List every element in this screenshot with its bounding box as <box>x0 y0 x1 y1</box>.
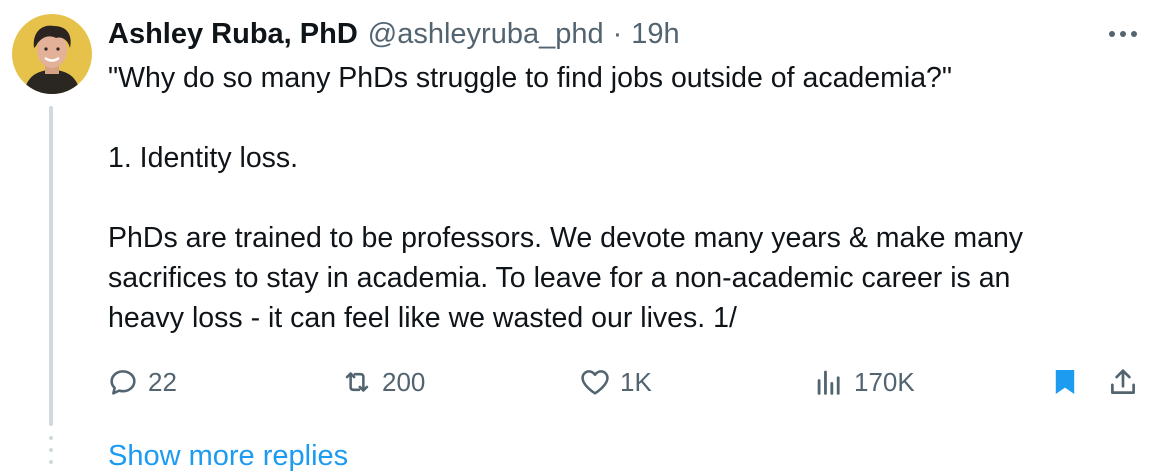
tweet-line: 1. Identity loss. <box>108 142 299 174</box>
like-button[interactable]: 1K <box>578 362 652 402</box>
avatar[interactable] <box>12 14 92 94</box>
share-icon[interactable] <box>1106 365 1140 399</box>
more-horizontal-icon[interactable] <box>1106 22 1140 46</box>
bookmark-icon[interactable] <box>1048 365 1082 399</box>
views-button[interactable]: 170K <box>812 362 915 402</box>
tweet-line: heavy loss - it can feel like we wasted … <box>108 302 737 334</box>
author-name[interactable]: Ashley Ruba, PhD <box>108 18 358 51</box>
reply-count: 22 <box>148 366 177 397</box>
action-bar: 22 200 1K 170K <box>0 362 1170 402</box>
tweet-line: sacrifices to stay in academia. To leave… <box>108 262 1011 294</box>
thread-dots <box>49 436 53 472</box>
tweet-line: "Why do so many PhDs struggle to find jo… <box>108 62 953 94</box>
separator-dot: · <box>612 17 623 50</box>
like-count: 1K <box>620 366 652 397</box>
retweet-icon <box>345 372 369 392</box>
author-handle[interactable]: @ashleyruba_phd <box>368 18 604 51</box>
reply-icon <box>110 370 136 395</box>
views-count: 170K <box>854 366 915 397</box>
heart-icon <box>581 370 609 395</box>
reply-button[interactable]: 22 <box>106 362 177 402</box>
retweet-count: 200 <box>382 366 426 397</box>
tweet-text: "Why do so many PhDs struggle to find jo… <box>108 58 1148 338</box>
analytics-icon <box>817 370 840 395</box>
show-more-replies-link[interactable]: Show more replies <box>108 440 348 473</box>
timestamp[interactable]: 19h <box>631 18 679 51</box>
tweet-line: PhDs are trained to be professors. We de… <box>108 222 1024 254</box>
tweet-header: Ashley Ruba, PhD @ashleyruba_phd · 19h <box>108 14 680 54</box>
retweet-button[interactable]: 200 <box>340 362 425 402</box>
